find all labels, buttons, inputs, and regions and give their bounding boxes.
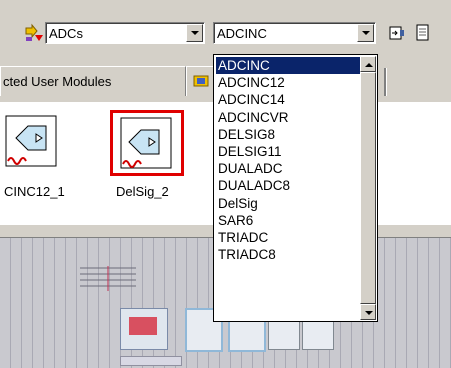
document-icon [416,24,429,41]
chevron-up-icon [365,63,373,67]
placed-module [129,317,157,335]
dropdown-option[interactable]: TRIADC [216,229,366,246]
module-tile-adcinc12[interactable] [4,114,58,172]
dropdown-option[interactable]: DUALADC [216,160,366,177]
dropdown-option[interactable]: ADCINC12 [216,74,366,91]
dropdown-option[interactable]: DUALADC8 [216,177,366,194]
adc-block-icon [5,115,57,167]
dropdown-option[interactable]: ADCINC [216,57,366,74]
tab-label: cted User Modules [3,74,112,89]
dropdown-option[interactable]: TRIADC8 [216,246,366,263]
catalog-icon [193,75,209,87]
category-combo-value: ADCs [49,26,83,41]
module-dropdown-list[interactable]: ADCINC ADCINC12 ADCINC14 ADCINCVR DELSIG8 DEL… [213,54,378,322]
place-module-icon [389,26,404,40]
tab-selected-user-modules[interactable]: cted User Modules [0,66,186,96]
adc-module-icon[interactable] [23,22,45,44]
chip-bus [120,356,182,366]
dropdown-scrollbar[interactable] [360,56,376,320]
chip-block[interactable] [120,308,168,350]
toolbar: ADCs ADCINC [0,0,451,56]
category-combo-dropdown-button[interactable] [186,24,203,42]
scroll-up-button[interactable] [360,56,376,72]
dropdown-option[interactable]: SAR6 [216,212,366,229]
tab-separator [384,68,387,96]
dropdown-option[interactable]: DELSIG11 [216,143,366,160]
routing-lines [80,263,136,293]
module-label: CINC12_1 [4,184,65,199]
module-label: DelSig_2 [116,184,169,199]
module-combo[interactable]: ADCINC [213,22,376,44]
dropdown-option[interactable]: DELSIG8 [216,126,366,143]
chevron-down-icon [365,311,373,315]
tab-user-module-catalog[interactable] [186,66,216,96]
module-tile-delsig[interactable] [110,110,190,182]
datasheet-button[interactable] [412,22,434,44]
chevron-down-icon [191,31,199,35]
dropdown-option[interactable]: ADCINCVR [216,109,366,126]
place-module-button[interactable] [386,22,408,44]
module-combo-value: ADCINC [217,26,267,41]
module-combo-dropdown-button[interactable] [357,24,374,42]
category-combo[interactable]: ADCs [45,22,205,44]
scroll-down-button[interactable] [360,304,376,320]
dropdown-option[interactable]: ADCINC14 [216,91,366,108]
dropdown-option[interactable]: DelSig [216,195,366,212]
adc-block-icon [120,117,172,169]
scroll-thumb[interactable] [360,72,376,304]
chevron-down-icon [362,31,370,35]
